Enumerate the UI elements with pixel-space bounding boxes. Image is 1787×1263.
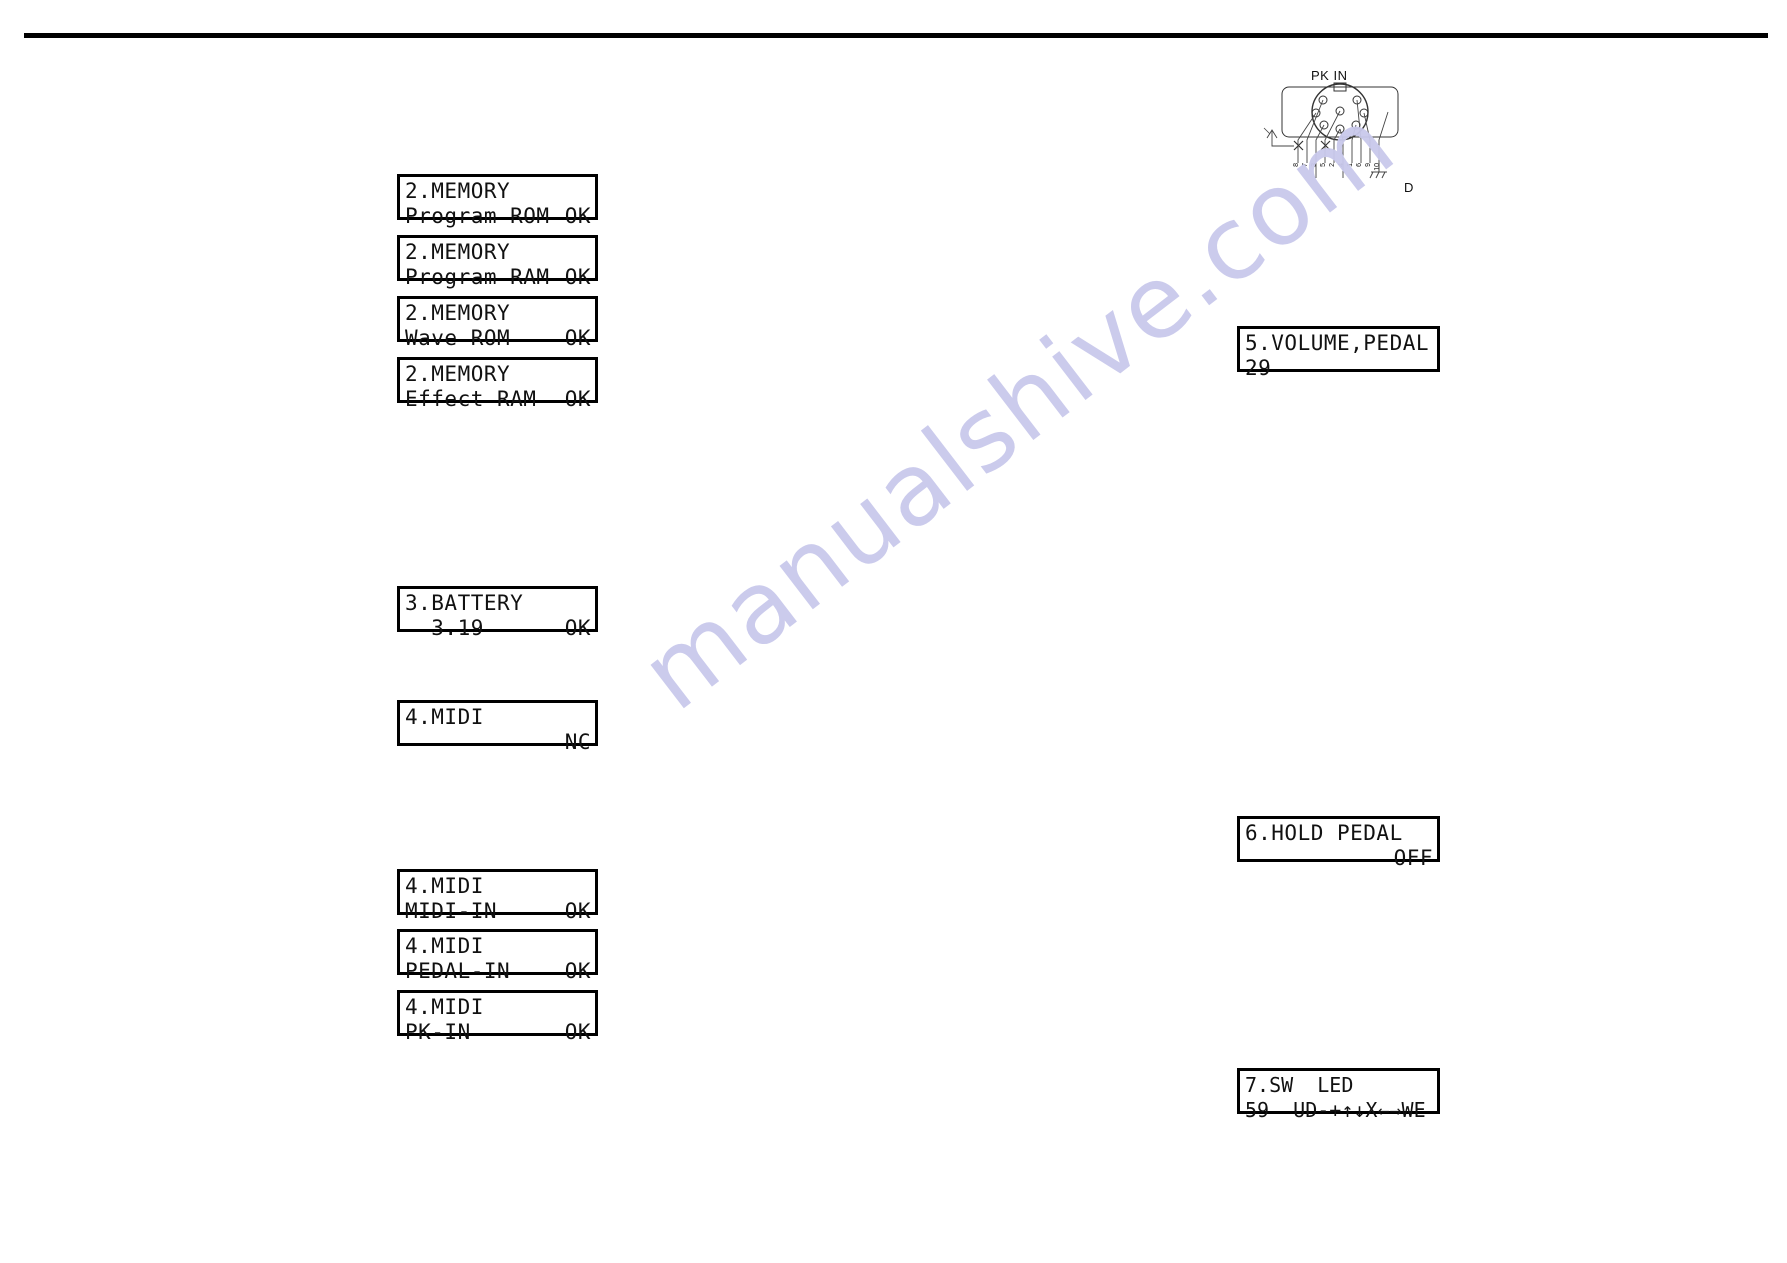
lcd-line-2: PK-IN OK (405, 1020, 591, 1045)
pkin-connector-diagram: PK IN D 8 7 3 5 2 4 1 6 9 10 (1258, 68, 1458, 203)
lcd-line-1: 2.MEMORY (405, 179, 511, 203)
lcd-line-2-right: OK (564, 1020, 591, 1044)
svg-text:8: 8 (1293, 163, 1300, 167)
lcd-line-2-left: 3.19 (405, 616, 484, 640)
lcd-line-2-left: Program RAM (405, 265, 550, 289)
lcd-panel-midi-pk-in: 4.MIDI PK-IN OK (397, 990, 598, 1044)
lcd-line-1: 2.MEMORY (405, 362, 511, 386)
pkin-schematic-svg: 8 7 3 5 2 4 1 6 9 10 (1263, 82, 1399, 179)
lcd-line-1: 6.HOLD PEDAL (1245, 821, 1403, 845)
svg-text:7: 7 (1302, 163, 1309, 167)
lcd-panel-hold-pedal: 6.HOLD PEDAL OFF (1237, 816, 1440, 870)
lcd-panel-memory-program-rom: 2.MEMORY Program ROM OK (397, 174, 598, 228)
lcd-panel-midi-nc: 4.MIDI NC (397, 700, 598, 754)
lcd-line-1: 2.MEMORY (405, 240, 511, 264)
lcd-line-2: PEDAL-IN OK (405, 959, 591, 984)
lcd-line-1: 4.MIDI (405, 995, 484, 1019)
lcd-line-2-left: PEDAL-IN (405, 959, 511, 983)
lcd-line-1: 4.MIDI (405, 705, 484, 729)
lcd-line-2: Program ROM OK (405, 204, 591, 229)
lcd-line-2: NC (405, 730, 591, 755)
svg-text:10: 10 (1374, 163, 1381, 171)
lcd-line-1: 7.SW LED (1245, 1073, 1354, 1097)
lcd-panel-memory-effect-ram: 2.MEMORY Effect RAM OK (397, 357, 598, 411)
svg-text:5: 5 (1320, 163, 1327, 167)
lcd-line-2: OFF (1245, 846, 1433, 871)
lcd-panel-sw-led: 7.SW LED 59 UD-+↑↓X←→WE (1237, 1068, 1440, 1122)
lcd-line-2-right: OK (564, 616, 591, 640)
svg-text:2: 2 (1329, 163, 1336, 167)
lcd-line-1: 3.BATTERY (405, 591, 524, 615)
lcd-line-2-right: NC (564, 730, 591, 754)
lcd-panel-battery: 3.BATTERY 3.19 OK (397, 586, 598, 640)
watermark-overlay: manualshive.com (0, 0, 1787, 1263)
lcd-line-2: 29 (1245, 356, 1433, 381)
svg-text:3: 3 (1311, 163, 1318, 167)
manual-page: 2.MEMORY Program ROM OK 2.MEMORY Program … (0, 0, 1787, 1263)
lcd-line-1: 4.MIDI (405, 874, 484, 898)
lcd-line-2-left: 29 (1245, 356, 1272, 380)
lcd-line-2: 59 UD-+↑↓X←→WE (1245, 1098, 1433, 1123)
lcd-line-2-left: MIDI-IN (405, 899, 498, 923)
lcd-line-2-right: OK (564, 265, 591, 289)
svg-text:6: 6 (1356, 163, 1363, 167)
lcd-line-2-right: OK (564, 387, 591, 411)
lcd-panel-midi-pedal-in: 4.MIDI PEDAL-IN OK (397, 929, 598, 983)
lcd-line-2: 3.19 OK (405, 616, 591, 641)
lcd-panel-midi-midi-in: 4.MIDI MIDI-IN OK (397, 869, 598, 923)
svg-text:4: 4 (1338, 163, 1345, 167)
header-rule (24, 33, 1768, 38)
ground-symbol (1369, 163, 1387, 179)
svg-text:1: 1 (1347, 163, 1354, 167)
lcd-line-2: MIDI-IN OK (405, 899, 591, 924)
svg-text:9: 9 (1365, 163, 1372, 167)
pin-number-labels: 8 7 3 5 2 4 1 6 9 10 (1293, 163, 1381, 171)
lcd-panel-memory-program-ram: 2.MEMORY Program RAM OK (397, 235, 598, 289)
lcd-line-2: Effect RAM OK (405, 387, 591, 412)
lcd-line-2-left: Wave ROM (405, 326, 511, 350)
lcd-panel-memory-wave-rom: 2.MEMORY Wave ROM OK (397, 296, 598, 350)
lcd-line-2-left: Effect RAM (405, 387, 537, 411)
lcd-line-1: 2.MEMORY (405, 301, 511, 325)
lcd-line-2: Wave ROM OK (405, 326, 591, 351)
lcd-line-2-left: Program ROM (405, 204, 550, 228)
lcd-line-2: Program RAM OK (405, 265, 591, 290)
lcd-line-2-left: PK-IN (405, 1020, 471, 1044)
lcd-line-1: 5.VOLUME,PEDAL (1245, 331, 1430, 355)
lcd-line-2-right: OK (564, 204, 591, 228)
lcd-line-2-right: OK (564, 959, 591, 983)
lcd-line-2-right: OFF (1393, 846, 1433, 870)
lcd-line-2-left: 59 UD-+↑↓X←→WE (1245, 1098, 1426, 1122)
lcd-panel-volume-pedal: 5.VOLUME,PEDAL 29 (1237, 326, 1440, 380)
lcd-line-1: 4.MIDI (405, 934, 484, 958)
lcd-line-2-right: OK (564, 899, 591, 923)
lcd-line-2-right: OK (564, 326, 591, 350)
